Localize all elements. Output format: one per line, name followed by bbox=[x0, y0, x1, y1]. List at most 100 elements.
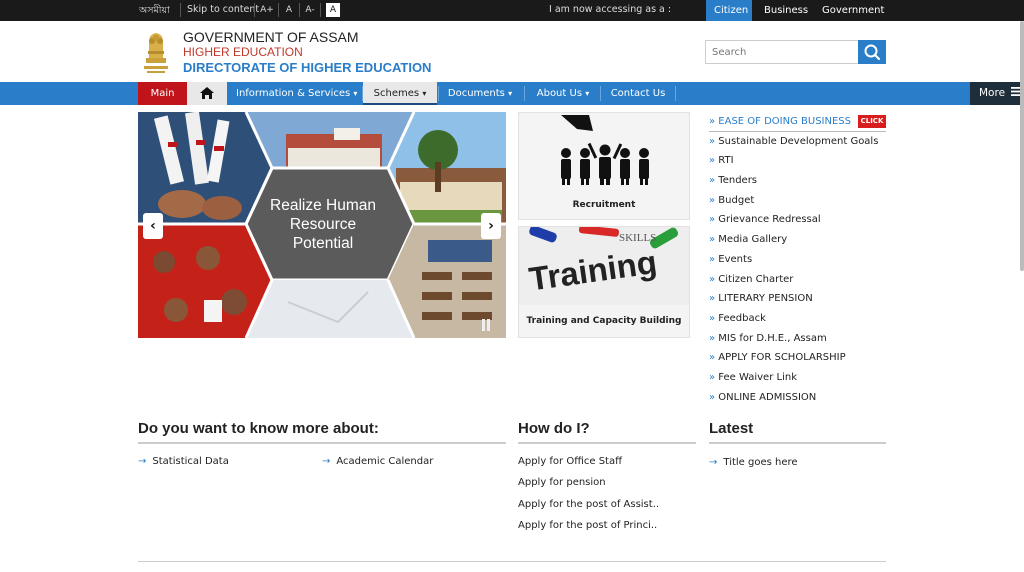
how-do-i-title: How do I? bbox=[518, 420, 590, 437]
skip-to-content-link[interactable]: Skip to content bbox=[187, 4, 259, 15]
divider bbox=[299, 3, 300, 17]
audience-citizen-tab[interactable]: Citizen bbox=[706, 0, 752, 21]
nav-label: Information & Services bbox=[236, 88, 351, 99]
font-increase-button[interactable]: A+ bbox=[260, 3, 274, 17]
nav-schemes[interactable]: Schemes ▾ bbox=[363, 82, 437, 105]
high-contrast-button[interactable]: A bbox=[326, 3, 340, 17]
nav-label: About Us bbox=[536, 88, 583, 99]
training-card[interactable]: SKILLS Training Training and Capacity Bu… bbox=[518, 226, 690, 338]
bullet-icon: » bbox=[709, 371, 719, 383]
nav-documents[interactable]: Documents ▾ bbox=[442, 82, 518, 105]
list-item[interactable]: » Events bbox=[709, 250, 886, 270]
list-item-label: Media Gallery bbox=[718, 234, 788, 246]
nav-about-us[interactable]: About Us ▾ bbox=[530, 82, 596, 105]
list-item[interactable]: » Tenders bbox=[709, 171, 886, 191]
font-decrease-button[interactable]: A- bbox=[303, 3, 317, 17]
divider bbox=[254, 3, 255, 17]
nav-information-services[interactable]: Information & Services ▾ bbox=[236, 82, 357, 105]
list-item-label: Budget bbox=[718, 194, 755, 206]
list-item-label: Grievance Redressal bbox=[718, 214, 821, 226]
chevron-left-icon: ‹ bbox=[150, 218, 156, 234]
hero-slider[interactable]: Realize Human Resource Potential ‹ › bbox=[138, 112, 506, 338]
list-item-label: ONLINE ADMISSION bbox=[718, 391, 817, 403]
divider bbox=[278, 3, 279, 17]
slider-prev-button[interactable]: ‹ bbox=[143, 213, 163, 239]
gov-title: GOVERNMENT OF ASSAM bbox=[183, 29, 359, 45]
footer-divider bbox=[138, 561, 886, 562]
list-item[interactable]: » APPLY FOR SCHOLARSHIP bbox=[709, 348, 886, 368]
list-item[interactable]: » Budget bbox=[709, 191, 886, 211]
language-link[interactable]: অসমীয়া bbox=[139, 4, 170, 19]
site-header: GOVERNMENT OF ASSAM HIGHER EDUCATION DIR… bbox=[0, 21, 1024, 82]
list-item[interactable]: » Media Gallery bbox=[709, 230, 886, 250]
more-menu-button[interactable]: More bbox=[970, 82, 1024, 105]
card-label: Recruitment bbox=[572, 200, 636, 210]
nav-contact-us[interactable]: Contact Us bbox=[604, 82, 672, 105]
audience-business-tab[interactable]: Business bbox=[756, 0, 816, 21]
divider bbox=[320, 3, 321, 17]
know-more-title: Do you want to know more about: bbox=[138, 420, 379, 437]
slider-next-button[interactable]: › bbox=[481, 213, 501, 239]
recruitment-card[interactable]: Recruitment bbox=[518, 112, 690, 220]
list-item-label: Tenders bbox=[718, 175, 758, 187]
dept-subtitle: HIGHER EDUCATION bbox=[183, 45, 303, 59]
list-item[interactable]: » Sustainable Development Goals bbox=[709, 132, 886, 152]
divider bbox=[180, 3, 181, 17]
search-button[interactable] bbox=[858, 40, 886, 64]
link-apply-principal[interactable]: Apply for the post of Princi.. bbox=[518, 520, 657, 531]
national-emblem-icon[interactable] bbox=[140, 28, 172, 76]
slider-pause-button[interactable] bbox=[481, 319, 491, 331]
list-item[interactable]: » ONLINE ADMISSION bbox=[709, 388, 886, 408]
bullet-icon: » bbox=[709, 332, 719, 344]
link-apply-office-staff[interactable]: Apply for Office Staff bbox=[518, 456, 622, 467]
divider bbox=[600, 86, 601, 101]
caret-down-icon: ▾ bbox=[585, 89, 590, 98]
link-apply-assistant[interactable]: Apply for the post of Assist.. bbox=[518, 499, 659, 510]
list-item-label: APPLY FOR SCHOLARSHIP bbox=[718, 352, 846, 364]
arrow-right-icon: → bbox=[322, 456, 331, 467]
link-academic-calendar[interactable]: → Academic Calendar bbox=[322, 456, 433, 467]
search-input[interactable] bbox=[705, 40, 858, 64]
directorate-title[interactable]: DIRECTORATE OF HIGHER EDUCATION bbox=[183, 60, 431, 75]
list-item[interactable]: » Citizen Charter bbox=[709, 270, 886, 290]
nav-main[interactable]: Main bbox=[138, 82, 187, 105]
list-item[interactable]: » Grievance Redressal bbox=[709, 210, 886, 230]
section-divider bbox=[518, 442, 696, 444]
quick-links-list: » EASE OF DOING BUSINESS » Sustainable D… bbox=[709, 112, 886, 407]
link-statistical-data[interactable]: → Statistical Data bbox=[138, 456, 229, 467]
bullet-icon: » bbox=[709, 253, 719, 265]
click-badge[interactable]: CLICK bbox=[858, 115, 886, 128]
divider bbox=[438, 86, 439, 101]
list-item[interactable]: » MIS for D.H.E., Assam bbox=[709, 329, 886, 349]
list-item-label: EASE OF DOING BUSINESS bbox=[718, 116, 852, 127]
list-item[interactable]: » Fee Waiver Link bbox=[709, 368, 886, 388]
arrow-right-icon: → bbox=[138, 456, 147, 467]
link-label: Academic Calendar bbox=[336, 456, 434, 467]
home-icon bbox=[200, 87, 214, 99]
bullet-icon: » bbox=[709, 234, 719, 246]
list-item[interactable]: » RTI bbox=[709, 151, 886, 171]
audience-government-tab[interactable]: Government bbox=[814, 0, 892, 21]
nav-label: Documents bbox=[447, 88, 505, 99]
nav-home[interactable] bbox=[187, 82, 227, 105]
chevron-right-icon: › bbox=[488, 218, 494, 234]
recruitment-people-icon bbox=[519, 113, 689, 189]
link-apply-pension[interactable]: Apply for pension bbox=[518, 477, 606, 488]
page-scrollbar[interactable] bbox=[1020, 21, 1024, 271]
bullet-icon: » bbox=[709, 135, 719, 147]
font-increase-label: A+ bbox=[260, 5, 274, 15]
divider bbox=[524, 86, 525, 101]
main-navigation: Main Information & Services ▾ Schemes ▾ … bbox=[0, 82, 1024, 105]
list-item[interactable]: » Feedback bbox=[709, 309, 886, 329]
bullet-icon: » bbox=[709, 116, 719, 127]
font-normal-button[interactable]: A bbox=[282, 3, 296, 17]
list-item[interactable]: » LITERARY PENSION bbox=[709, 289, 886, 309]
slide-caption: Realize Human Resource Potential bbox=[270, 197, 376, 252]
card-label: Training and Capacity Building bbox=[526, 316, 682, 326]
bullet-icon: » bbox=[709, 312, 719, 324]
training-banner-image: SKILLS Training bbox=[519, 227, 689, 305]
nav-label: Schemes bbox=[373, 88, 420, 99]
link-latest-item[interactable]: → Title goes here bbox=[709, 457, 798, 468]
section-divider bbox=[138, 442, 506, 444]
list-item-label: LITERARY PENSION bbox=[718, 293, 813, 305]
